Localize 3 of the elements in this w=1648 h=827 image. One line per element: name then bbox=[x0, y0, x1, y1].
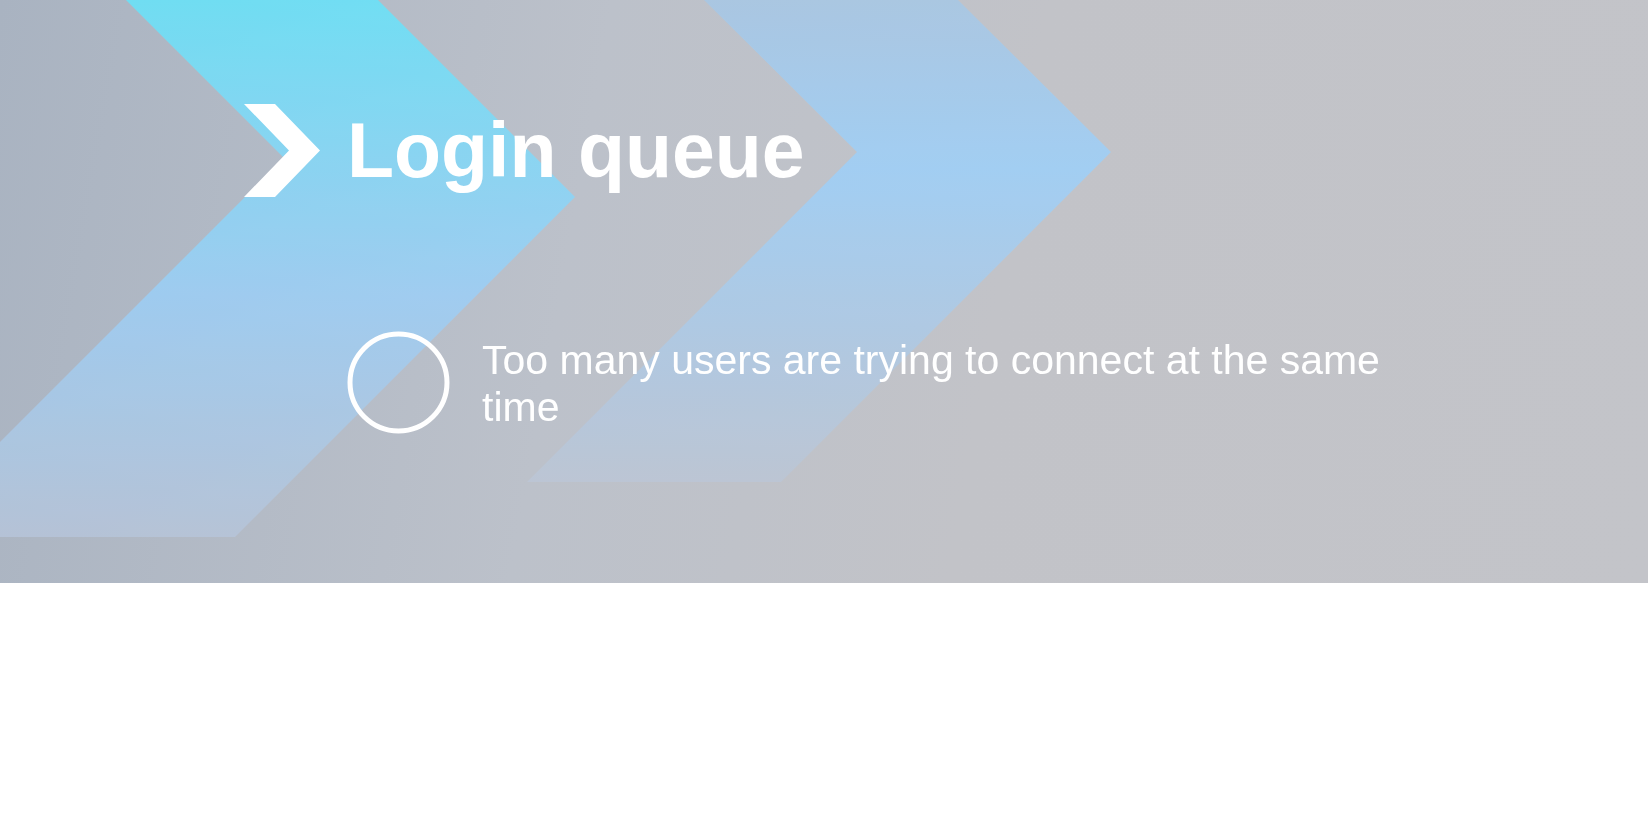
ring-icon bbox=[347, 331, 450, 434]
chevron-icon bbox=[244, 104, 320, 197]
queue-message: Too many users are trying to connect at the same time bbox=[482, 337, 1381, 431]
